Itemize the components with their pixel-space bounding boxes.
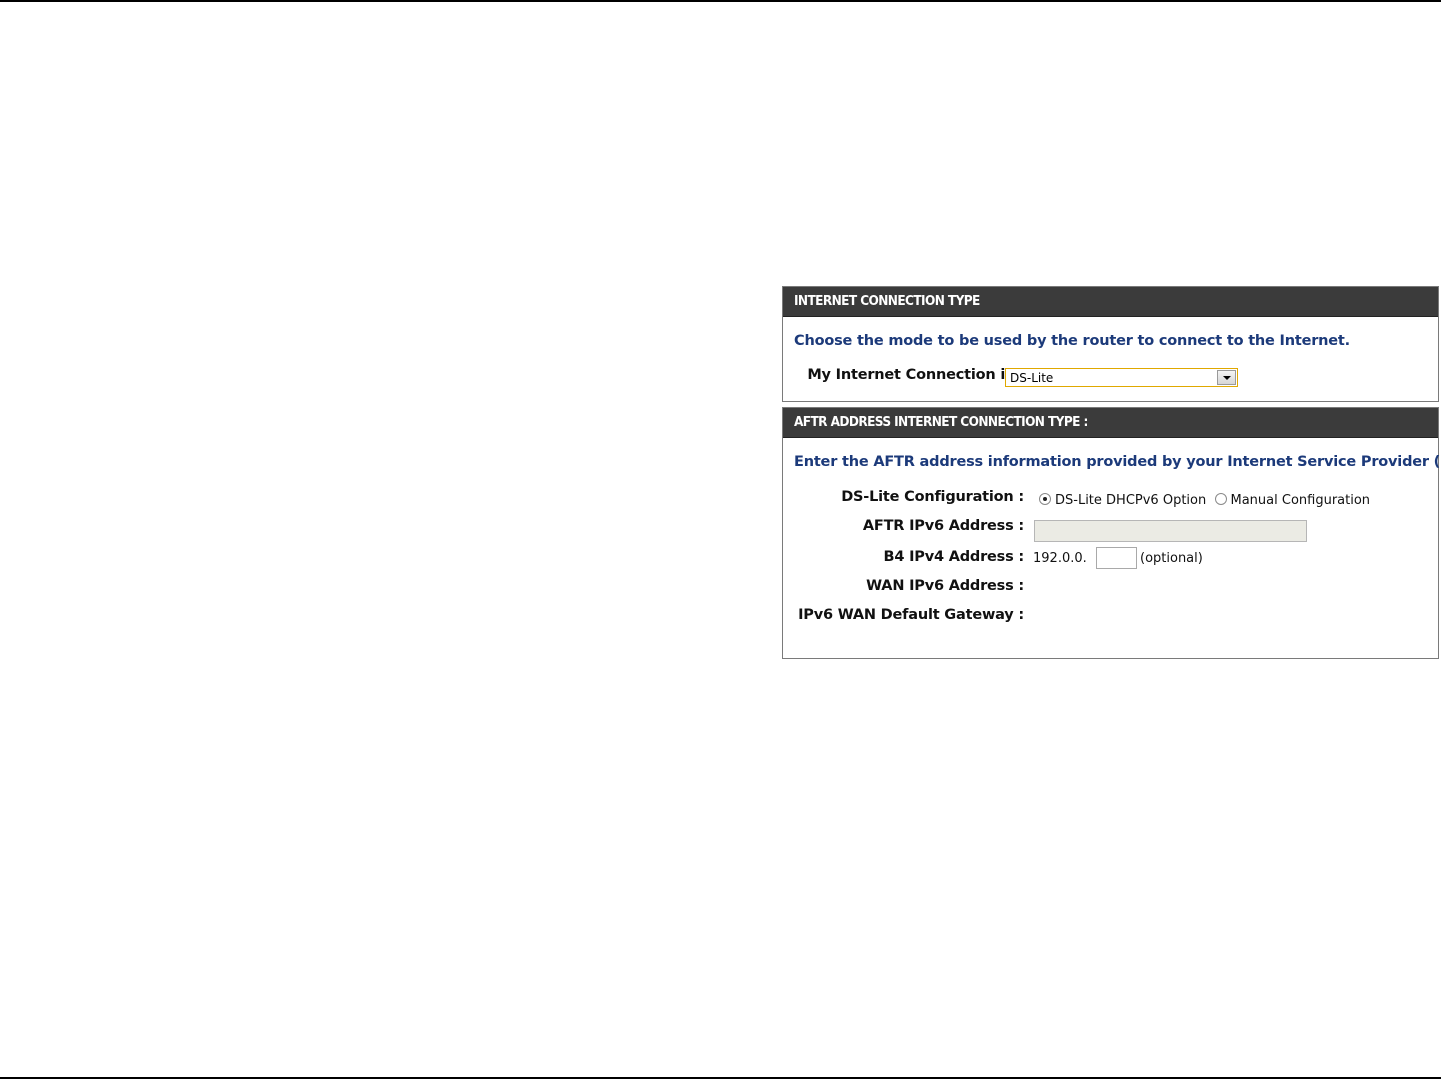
panel-title: AFTR ADDRESS INTERNET CONNECTION TYPE : [783, 408, 1438, 438]
internet-connection-type-panel: INTERNET CONNECTION TYPE Choose the mode… [782, 286, 1439, 402]
b4-ipv4-input[interactable] [1096, 547, 1137, 569]
aftr-address-panel: AFTR ADDRESS INTERNET CONNECTION TYPE : … [782, 407, 1441, 659]
gateway-label: IPv6 WAN Default Gateway : [798, 607, 1024, 623]
aftr-row: AFTR IPv6 Address : [783, 518, 1438, 542]
bottom-rule [0, 1077, 1441, 1079]
dslite-config-label: DS-Lite Configuration : [841, 489, 1024, 505]
radio-dhcpv6-label: DS-Lite DHCPv6 Option [1055, 493, 1207, 508]
gateway-row: IPv6 WAN Default Gateway : [783, 607, 1438, 629]
b4-row: B4 IPv4 Address : 192.0.0. (optional) [783, 547, 1438, 571]
radio-manual-label: Manual Configuration [1230, 493, 1371, 508]
radio-dhcpv6[interactable] [1039, 493, 1051, 505]
panel-description: Enter the AFTR address information provi… [794, 454, 1441, 470]
dslite-config-row: DS-Lite Configuration : DS-Lite DHCPv6 O… [783, 489, 1438, 511]
connection-label: My Internet Connection is : [807, 367, 1024, 383]
b4-prefix: 192.0.0. [1033, 551, 1087, 566]
connection-row: My Internet Connection is : DS-Lite [783, 367, 1438, 389]
aftr-label: AFTR IPv6 Address : [862, 518, 1024, 534]
b4-label: B4 IPv4 Address : [883, 549, 1025, 565]
aftr-ipv6-input[interactable] [1034, 520, 1307, 542]
dslite-config-options: DS-Lite DHCPv6 Option Manual Configurati… [1039, 493, 1370, 508]
panel-title: INTERNET CONNECTION TYPE [783, 287, 1438, 317]
wan-ipv6-row: WAN IPv6 Address : [783, 578, 1438, 600]
top-rule [0, 0, 1441, 2]
panel-description: Choose the mode to be used by the router… [794, 333, 1350, 349]
select-value: DS-Lite [1010, 371, 1054, 385]
b4-optional: (optional) [1140, 551, 1203, 566]
connection-type-select[interactable]: DS-Lite [1005, 368, 1238, 387]
radio-manual[interactable] [1214, 493, 1227, 505]
wan-ipv6-label: WAN IPv6 Address : [866, 578, 1024, 594]
chevron-down-icon[interactable] [1217, 370, 1236, 385]
